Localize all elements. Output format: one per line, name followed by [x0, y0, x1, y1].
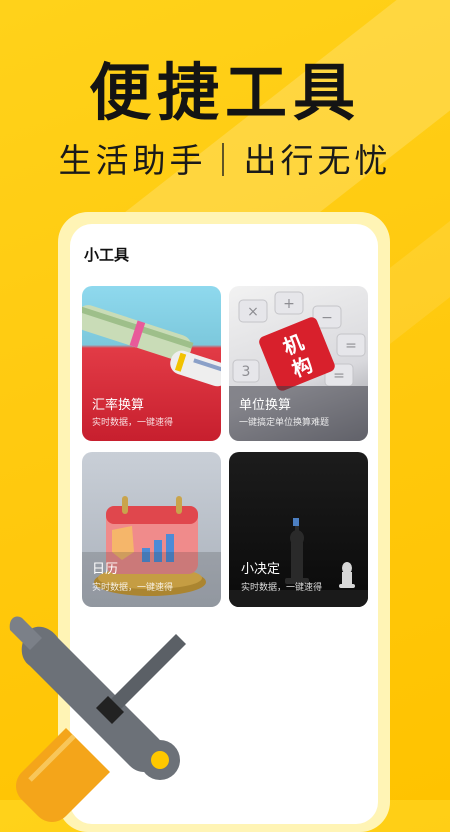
svg-text:+: +	[283, 296, 295, 312]
tool-label: 日历	[92, 562, 119, 577]
svg-text:=: =	[333, 368, 345, 384]
tool-description: 一键搞定单位换算难题	[239, 418, 330, 428]
tool-label: 小决定	[241, 562, 281, 577]
tool-card-small-decision[interactable]: 小决定 实时数据，一键速得	[229, 452, 368, 607]
tools-illustration	[9, 616, 186, 822]
hero-title: 便捷工具	[88, 56, 361, 129]
section-title: 小工具	[84, 246, 130, 264]
svg-text:=: =	[345, 338, 357, 354]
hero-subtitle: 生活助手｜出行无忧	[58, 141, 392, 180]
svg-text:×: ×	[247, 304, 259, 320]
wrench-icon	[9, 616, 180, 780]
tool-description: 实时数据，一键速得	[241, 583, 323, 593]
tool-description: 实时数据，一键速得	[92, 418, 174, 428]
tool-description: 实时数据，一键速得	[92, 583, 174, 593]
tool-card-exchange-rate[interactable]: 汇率换算 实时数据，一键速得	[82, 286, 221, 441]
tool-card-calendar[interactable]: 日历 实时数据，一键速得	[82, 452, 221, 607]
tool-card-unit-conversion[interactable]: × + − = = 3 机 构 单位换算 一键搞定单位换算难题	[229, 286, 368, 441]
tool-label: 汇率换算	[92, 398, 145, 413]
tool-label: 单位换算	[239, 398, 292, 413]
svg-text:−: −	[321, 310, 333, 326]
svg-text:3: 3	[242, 364, 251, 380]
